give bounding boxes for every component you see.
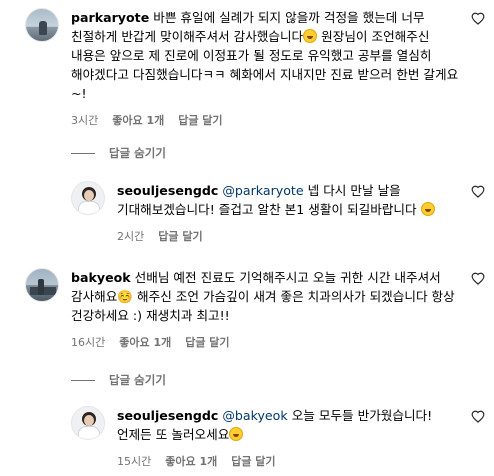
comment-text: seouljesengdc @parkaryote 넵 다시 만날 날을 기대해보… [117,181,467,219]
toggle-line [71,152,95,154]
likes-count[interactable]: 좋아요 1개 [112,112,164,128]
avatar[interactable] [71,181,105,215]
reply-button[interactable]: 답글 달기 [231,453,275,469]
username[interactable]: bakyeok [71,270,131,285]
toggle-line [71,379,95,381]
grinning-face-emoji-icon [420,202,435,216]
comment-meta: 16시간 좋아요 1개 답글 달기 [71,334,463,350]
hide-replies-button[interactable]: 답글 숨기기 [71,145,166,161]
reply-button[interactable]: 답글 달기 [178,112,222,128]
like-heart-icon[interactable] [471,272,485,285]
comment-bakyeok: bakyeok 선배님 예전 진료도 기억해주시고 오늘 귀한 시간 내주셔서 감… [25,268,485,350]
timestamp[interactable]: 2시간 [117,228,144,244]
like-heart-icon[interactable] [471,185,485,198]
timestamp[interactable]: 16시간 [71,334,105,350]
comment-meta: 3시간 좋아요 1개 답글 달기 [71,112,463,128]
reply-button[interactable]: 답글 달기 [185,334,229,350]
reply-button[interactable]: 답글 달기 [158,228,202,244]
avatar[interactable] [25,8,59,42]
comment-text: bakyeok 선배님 예전 진료도 기억해주시고 오늘 귀한 시간 내주셔서 감… [71,268,463,325]
reply-seouljesengdc-2: seouljesengdc @bakyeok 오늘 모두들 반가웠습니다! 언제든… [71,406,485,469]
username[interactable]: seouljesengdc [117,408,218,423]
comment-meta: 15시간 좋아요 1개 답글 달기 [117,453,467,469]
likes-count[interactable]: 좋아요 1개 [165,453,217,469]
avatar[interactable] [25,268,59,302]
username[interactable]: parkaryote [71,10,149,25]
reply-seouljesengdc-1: seouljesengdc @parkaryote 넵 다시 만날 날을 기대해보… [71,181,485,244]
username[interactable]: seouljesengdc [117,183,218,198]
hide-replies-label: 답글 숨기기 [109,146,166,160]
comment-text: parkaryote 바쁜 휴일에 실례가 되지 않을까 걱정을 했는데 너무 친… [71,8,463,103]
grinning-face-emoji-icon [303,29,318,43]
hide-replies-label: 답글 숨기기 [109,373,166,387]
hide-replies-button[interactable]: 답글 숨기기 [71,372,166,388]
comment-meta: 2시간 답글 달기 [117,228,467,244]
comment-text: seouljesengdc @bakyeok 오늘 모두들 반가웠습니다! 언제든… [117,406,467,444]
timestamp[interactable]: 3시간 [71,112,98,128]
timestamp[interactable]: 15시간 [117,453,151,469]
likes-count[interactable]: 좋아요 1개 [119,334,171,350]
comment-parkaryote: parkaryote 바쁜 휴일에 실례가 되지 않을까 걱정을 했는데 너무 친… [25,8,485,128]
like-heart-icon[interactable] [471,12,485,25]
mention-link[interactable]: @bakyeok [222,408,287,423]
grinning-face-emoji-icon [229,427,244,441]
avatar[interactable] [71,406,105,440]
mention-link[interactable]: @parkaryote [222,183,303,198]
like-heart-icon[interactable] [471,410,485,423]
